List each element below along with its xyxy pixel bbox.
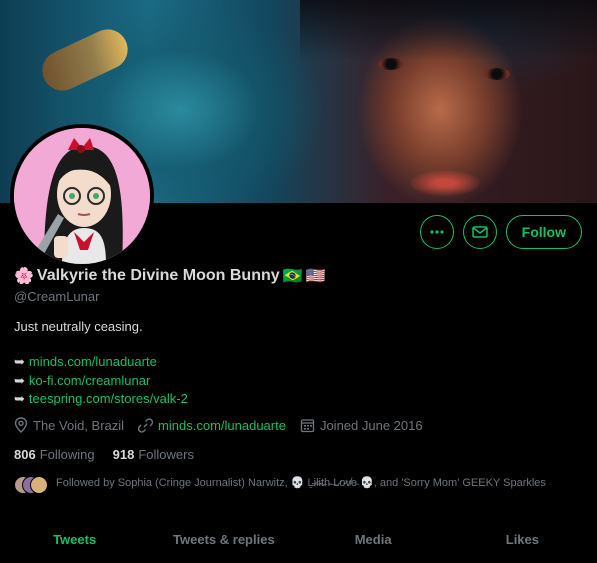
arrow-icon: ➥ [14,372,25,388]
avatar-illustration [14,128,150,264]
bio-link-row: ➥ teespring.com/stores/valk-2 [14,390,188,409]
banner-smoke [35,22,135,98]
tab-tweets[interactable]: Tweets [0,522,149,563]
follower-avatars [14,476,48,494]
followers-count-link[interactable]: 918 Followers [113,447,194,462]
location-text: The Void, Brazil [33,417,125,433]
bio-link-teespring[interactable]: teespring.com/stores/valk-2 [29,391,188,406]
followed-by-text: Followed by Sophia (Cringe Journalist) N… [56,477,546,489]
bio-link-row: ➥ minds.com/lunaduarte [14,353,188,372]
arrow-icon: ➥ [14,391,25,406]
followed-by[interactable]: Followed by Sophia (Cringe Journalist) N… [14,476,576,494]
brazil-flag-emoji: 🇧🇷 [282,268,303,285]
follow-button[interactable]: Follow [505,215,582,249]
joined-item: Joined June 2016 [300,418,423,433]
location-item: The Void, Brazil [14,417,124,433]
profile-avatar[interactable] [10,124,154,268]
following-label: Following [39,447,95,462]
arrow-icon: ➥ [14,354,25,369]
profile-meta: The Void, Brazil minds.com/lunaduarte Jo… [14,417,437,433]
following-count-link[interactable]: 806 Following [14,447,95,462]
tab-likes[interactable]: Likes [448,522,597,563]
calendar-icon [300,418,315,432]
link-icon [138,417,154,433]
banner-lips [410,170,480,196]
display-name: Valkyrie the Divine Moon Bunny [36,267,280,284]
profile-tabs: Tweets Tweets & replies Media Likes [0,522,597,563]
banner-hair [300,0,597,60]
tab-tweets-replies[interactable]: Tweets & replies [149,522,298,563]
envelope-icon [471,226,488,238]
bio-link-row: ➥ ko-fi.com/creamlunar [14,372,188,391]
message-button[interactable] [462,215,497,249]
joined-text: Joined June 2016 [319,417,423,433]
bio-link-minds[interactable]: minds.com/lunaduarte [29,354,157,369]
location-pin-icon [14,417,28,433]
ellipsis-icon [430,230,444,234]
website-link[interactable]: minds.com/lunaduarte [158,418,286,433]
website-item: minds.com/lunaduarte [138,418,286,433]
tab-media[interactable]: Media [299,522,448,563]
bio-links: ➥ minds.com/lunaduarte ➥ ko-fi.com/creamlu… [14,353,188,409]
banner-eye-left [378,58,404,70]
profile-handle: @CreamLunar [14,289,100,304]
followers-label: Followers [138,447,194,462]
follow-counts: 806 Following 918 Followers [14,447,212,462]
flower-emoji: 🌸 [14,268,34,285]
profile-actions: Follow [419,215,582,249]
followers-count: 918 [112,447,135,462]
us-flag-emoji: 🇺🇸 [305,268,326,285]
follower-avatar [30,476,48,494]
more-options-button[interactable] [419,215,454,249]
bio-link-kofi[interactable]: ko-fi.com/creamlunar [29,373,150,388]
following-count: 806 [14,447,36,462]
profile-bio: Just neutrally ceasing. [14,319,143,334]
display-name-row: 🌸 Valkyrie the Divine Moon Bunny 🇧🇷 🇺🇸 [14,266,325,286]
banner-eye-right [484,68,510,80]
